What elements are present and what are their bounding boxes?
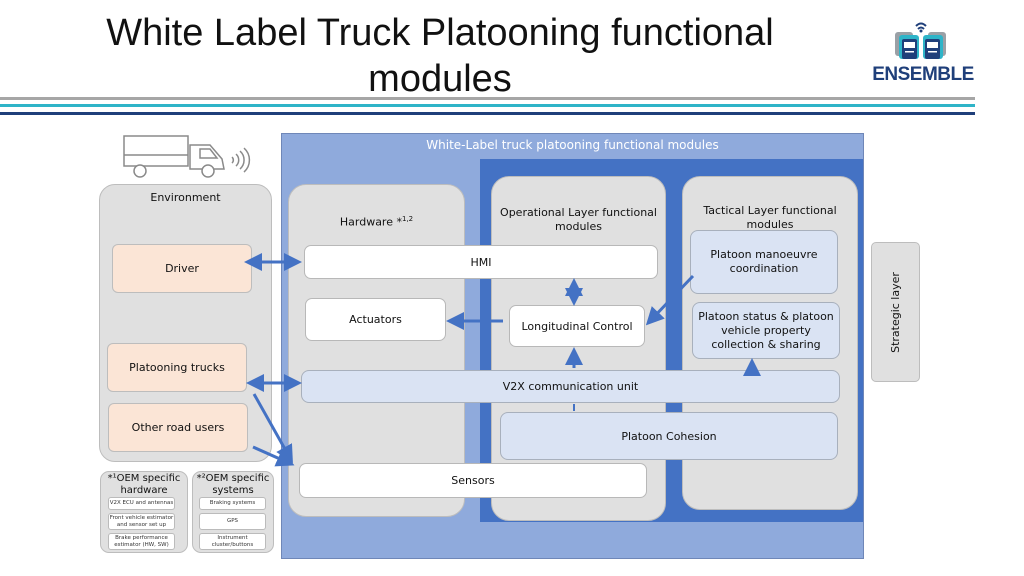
- manoeuvre-longctrl-arrow: [645, 274, 695, 326]
- arrows-layer: [244, 253, 761, 467]
